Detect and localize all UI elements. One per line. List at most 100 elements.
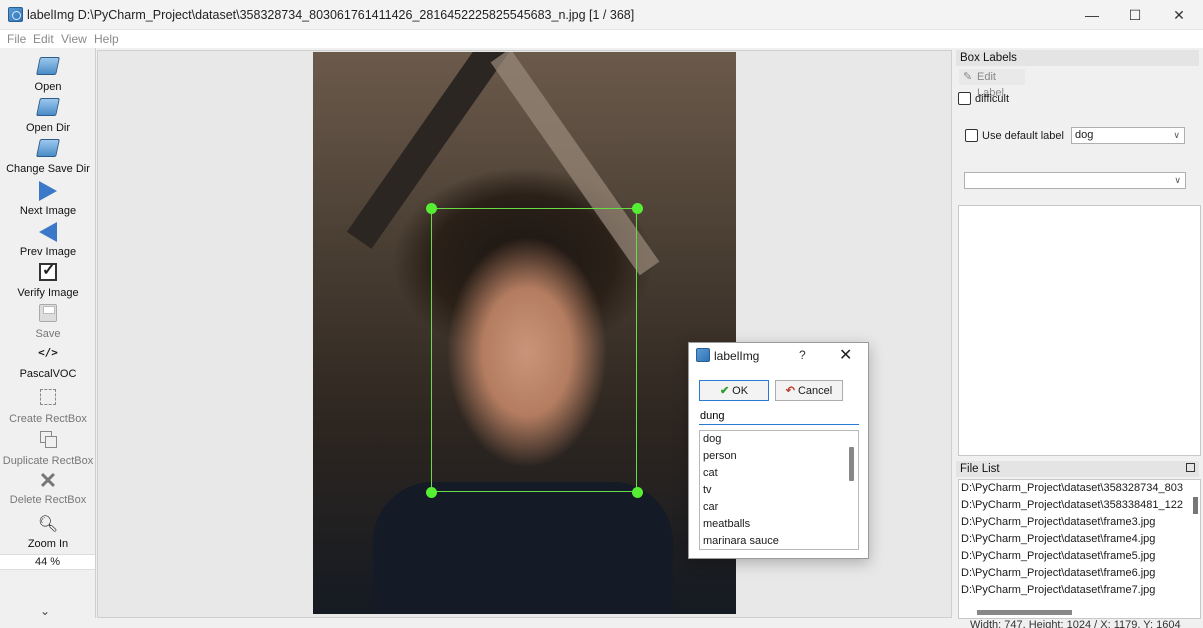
help-button[interactable]: ?: [799, 348, 806, 362]
right-panel: Box Labels Edit Label difficult Use defa…: [954, 48, 1203, 628]
file-row[interactable]: D:\PyCharm_Project\dataset\frame5.jpg: [959, 548, 1200, 565]
file-row[interactable]: D:\PyCharm_Project\dataset\358338481_122: [959, 497, 1200, 514]
close-window-button[interactable]: ✕: [1157, 0, 1201, 30]
arrow-left-icon: [37, 222, 59, 244]
bbox-handle-bottom-right[interactable]: [632, 487, 643, 498]
delete-rectbox-label: Delete RectBox: [9, 494, 87, 506]
prev-image-button[interactable]: Prev Image: [0, 220, 96, 258]
dialog-title: labelImg: [714, 349, 760, 363]
cancel-button[interactable]: ↶ Cancel: [775, 380, 843, 401]
edit-label-button[interactable]: Edit Label: [959, 69, 1025, 99]
box-labels-list[interactable]: [958, 205, 1201, 456]
bbox-handle-top-right[interactable]: [632, 203, 643, 214]
delete-icon: ✕: [38, 468, 58, 493]
duplicate-rectbox-button[interactable]: Duplicate RectBox: [0, 428, 96, 467]
file-list-title: File List: [960, 463, 1000, 475]
rectbox-icon: [37, 389, 59, 411]
file-list-vertical-scrollbar[interactable]: [1193, 497, 1198, 514]
open-dir-label: Open Dir: [25, 122, 71, 134]
chevron-down-icon[interactable]: ⌄: [40, 604, 50, 618]
use-default-label-label: Use default label: [982, 130, 1064, 142]
zoom-value-field[interactable]: 44 %: [0, 554, 95, 570]
save-label: Save: [35, 328, 61, 340]
label-filter-select[interactable]: ∨: [964, 172, 1186, 189]
menu-file[interactable]: File: [7, 32, 26, 46]
maximize-button[interactable]: ☐: [1113, 0, 1157, 30]
minimize-button[interactable]: —: [1070, 0, 1114, 30]
open-dir-button[interactable]: Open Dir: [0, 97, 96, 134]
duplicate-icon: [37, 431, 59, 453]
list-item[interactable]: dog: [700, 431, 858, 448]
window-title: labelImg D:\PyCharm_Project\dataset\3583…: [27, 8, 635, 22]
app-icon: [8, 7, 23, 22]
open-button[interactable]: Open: [0, 56, 96, 93]
format-toggle-button[interactable]: </> PascalVOC: [0, 344, 96, 380]
next-image-label: Next Image: [19, 205, 77, 217]
save-button[interactable]: Save: [0, 302, 96, 340]
default-label-value: dog: [1075, 129, 1094, 141]
file-row[interactable]: D:\PyCharm_Project\dataset\frame7.jpg: [959, 582, 1200, 599]
cancel-label: Cancel: [797, 384, 833, 397]
change-save-dir-label: Change Save Dir: [6, 163, 90, 175]
file-row[interactable]: D:\PyCharm_Project\dataset\358328734_803: [959, 480, 1200, 497]
change-save-dir-button[interactable]: Change Save Dir: [0, 138, 96, 175]
dialog-close-button[interactable]: ✕: [839, 345, 852, 365]
default-label-select[interactable]: dog ∨: [1071, 127, 1185, 144]
box-labels-header: Box Labels: [956, 50, 1199, 66]
chevron-down-icon: ∨: [1173, 130, 1180, 140]
arrow-right-icon: [37, 181, 59, 203]
use-default-label-checkbox[interactable]: [965, 129, 978, 142]
prev-image-label: Prev Image: [19, 246, 77, 258]
menu-edit[interactable]: Edit: [33, 32, 54, 46]
menu-view[interactable]: View: [61, 32, 87, 46]
zoom-in-icon: 🔍︎: [37, 516, 59, 533]
bounding-box[interactable]: [431, 208, 637, 492]
delete-rectbox-button[interactable]: ✕ Delete RectBox: [0, 468, 96, 507]
verify-image-label: Verify Image: [17, 287, 79, 299]
save-icon: [37, 304, 59, 326]
bbox-handle-bottom-left[interactable]: [426, 487, 437, 498]
undo-arrow-icon: ↶: [785, 385, 795, 397]
title-bar: labelImg D:\PyCharm_Project\dataset\3583…: [0, 0, 1203, 30]
checkbox-icon: [37, 260, 59, 285]
create-rectbox-button[interactable]: Create RectBox: [0, 386, 96, 425]
file-row[interactable]: D:\PyCharm_Project\dataset\frame3.jpg: [959, 514, 1200, 531]
verify-image-button[interactable]: Verify Image: [0, 260, 96, 299]
label-suggestion-list: dog person cat tv car meatballs marinara…: [699, 430, 859, 550]
create-rectbox-label: Create RectBox: [9, 413, 87, 425]
check-icon: ✔: [719, 385, 730, 397]
ok-label: OK: [732, 384, 749, 397]
left-toolbar: Open Open Dir Change Save Dir Next Image…: [0, 48, 96, 618]
code-icon: </>: [38, 346, 58, 359]
difficult-checkbox[interactable]: [958, 92, 971, 105]
label-input[interactable]: [699, 407, 859, 425]
list-item[interactable]: marinara sauce: [700, 533, 858, 549]
menu-bar: File Edit View Help: [0, 30, 1203, 48]
open-label: Open: [34, 81, 62, 93]
list-item[interactable]: person: [700, 448, 858, 465]
menu-help[interactable]: Help: [94, 32, 119, 46]
next-image-button[interactable]: Next Image: [0, 179, 96, 217]
list-item[interactable]: car: [700, 499, 858, 516]
chevron-down-icon: ∨: [1174, 175, 1181, 185]
file-row[interactable]: D:\PyCharm_Project\dataset\frame4.jpg: [959, 531, 1200, 548]
format-label: PascalVOC: [19, 368, 77, 380]
ok-button[interactable]: ✔ OK: [699, 380, 769, 401]
list-item[interactable]: tv: [700, 482, 858, 499]
folder-icon: [36, 98, 60, 120]
list-item[interactable]: meatballs: [700, 516, 858, 533]
difficult-label: difficult: [975, 93, 1010, 105]
folder-icon: [36, 57, 60, 79]
list-item[interactable]: cat: [700, 465, 858, 482]
file-list-header: File List: [956, 461, 1199, 477]
bbox-handle-top-left[interactable]: [426, 203, 437, 214]
list-scrollbar[interactable]: [849, 447, 854, 481]
undock-icon[interactable]: [1186, 463, 1195, 472]
label-dialog: labelImg ? ✕ ✔ OK ↶ Cancel dog person ca…: [688, 342, 869, 559]
status-bar: Width: 747, Height: 1024 / X: 1179, Y: 1…: [970, 619, 1181, 628]
file-list-horizontal-scrollbar[interactable]: [977, 610, 1072, 615]
folder-icon: [36, 139, 60, 161]
duplicate-rectbox-label: Duplicate RectBox: [2, 455, 94, 467]
file-row[interactable]: D:\PyCharm_Project\dataset\frame6.jpg: [959, 565, 1200, 582]
zoom-in-button[interactable]: 🔍︎ Zoom In: [0, 514, 96, 550]
